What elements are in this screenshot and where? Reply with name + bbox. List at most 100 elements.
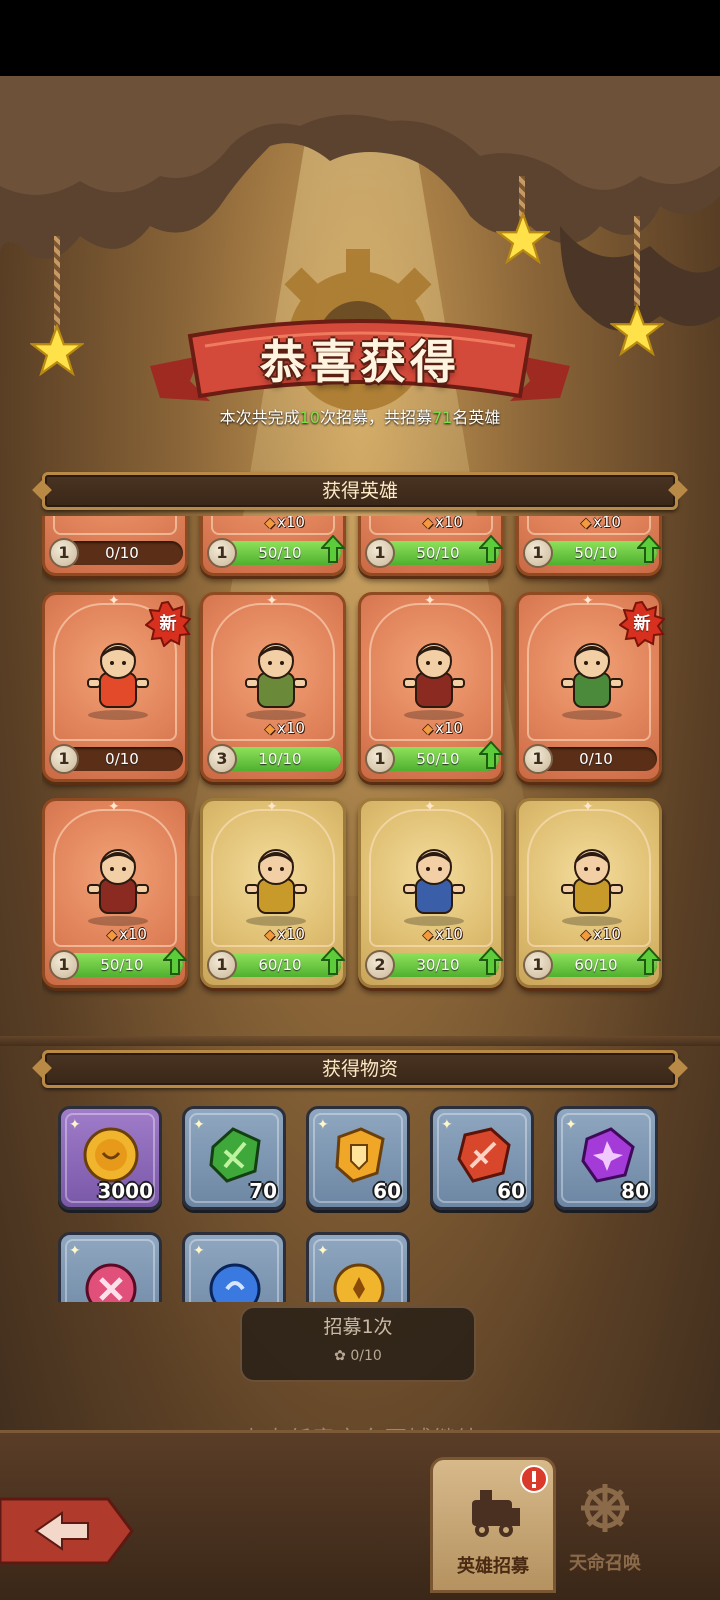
hero-shard-qty: ◆ x10	[423, 516, 463, 531]
progress-text: 50/10	[100, 956, 144, 974]
hero-progress-bar: 50/10 1	[523, 535, 661, 568]
hero-shard-qty: ◆ x10	[581, 516, 621, 531]
upgrade-arrow-icon	[321, 535, 345, 563]
item-list[interactable]: ✦ 3000 ✦ 70 ✦ 60 ✦ 60 ✦ 80 ✦ ✦ ✦	[42, 1106, 678, 1302]
hero-count: 71	[432, 408, 453, 427]
hero-level-badge: 1	[523, 950, 553, 980]
tab-hero-recruit[interactable]: 英雄招募	[430, 1457, 556, 1593]
item-count: 70	[249, 1179, 277, 1203]
bottom-nav: 英雄招募 天命召唤	[0, 1430, 720, 1600]
item-count: 80	[621, 1179, 649, 1203]
coin-icon	[83, 1127, 139, 1183]
cross-gem-icon	[85, 1263, 137, 1302]
back-button[interactable]	[0, 1495, 134, 1567]
hero-card[interactable]: ✦ ◆x10 50/10 1	[200, 516, 346, 576]
hero-level-badge: 1	[49, 538, 79, 568]
shard-icon: ◆	[265, 722, 275, 737]
recruit-summary: 本次共完成10次招募，共招募71名英雄	[219, 408, 501, 427]
hero-level-badge: 1	[365, 538, 395, 568]
hero-list[interactable]: ✦ 0/10 1 ✦ ◆x10 50/10 1	[42, 516, 678, 1036]
hero-portrait	[403, 643, 465, 720]
hero-portrait	[245, 849, 307, 926]
status-bar	[0, 0, 720, 76]
item-tile[interactable]: ✦ 3000	[58, 1106, 162, 1210]
hanging-rope-left	[54, 236, 60, 336]
hero-level-badge: 1	[365, 744, 395, 774]
sparkle-icon: ✦	[424, 593, 436, 609]
hero-progress-bar: 0/10 1	[523, 744, 657, 774]
hero-card[interactable]: ✦ ◆ x10 10/10 3	[200, 592, 346, 782]
progress-text: 0/10	[105, 544, 139, 562]
hero-portrait	[561, 849, 623, 926]
hero-level-badge: 2	[365, 950, 395, 980]
item-tile[interactable]: ✦	[306, 1232, 410, 1302]
gear-wheel-icon	[581, 1484, 629, 1532]
item-count: 60	[373, 1179, 401, 1203]
blue-gem-icon	[209, 1263, 261, 1302]
bow-gem-icon	[209, 1127, 261, 1183]
hero-card[interactable]: ✦ ◆x10 50/10 1	[516, 516, 662, 576]
hero-portrait	[245, 643, 307, 720]
shard-icon: ◆	[581, 928, 591, 943]
hero-level-badge: 1	[49, 950, 79, 980]
shard-icon: ◆	[265, 516, 275, 531]
upgrade-arrow-icon	[637, 947, 661, 975]
progress-text: 60/10	[258, 956, 302, 974]
item-tile[interactable]: ✦ 60	[430, 1106, 534, 1210]
hero-card[interactable]: ✦ ◆ x10 60/10 1	[516, 798, 662, 988]
progress-text: 10/10	[258, 750, 302, 768]
hero-card[interactable]: ✦ ◆x10 50/10 1	[358, 516, 504, 576]
hero-progress-bar: 60/10 1	[523, 947, 661, 980]
hero-progress-bar: 60/10 1	[207, 947, 345, 980]
item-tile[interactable]: ✦	[58, 1232, 162, 1302]
shuriken-gem-icon	[581, 1127, 635, 1183]
sword-gem-icon	[457, 1127, 511, 1183]
hero-progress-bar: 50/10 1	[365, 535, 503, 568]
hero-progress-bar: 10/10 3	[207, 744, 341, 774]
progress-text: 60/10	[574, 956, 618, 974]
tab-destiny-summon[interactable]: 天命召唤	[542, 1457, 668, 1593]
recruit-cost: ✿ 0/10	[334, 1348, 382, 1364]
hero-card[interactable]: ✦ 新 0/10 1	[516, 592, 666, 782]
tab-label: 英雄招募	[457, 1556, 529, 1577]
hero-level-badge: 1	[207, 950, 237, 980]
sparkle-icon: ✦	[108, 593, 120, 609]
hero-card[interactable]: ✦ 0/10 1	[42, 516, 188, 576]
sparkle-icon: ✦	[582, 593, 594, 609]
hero-card[interactable]: ✦ ◆x10 50/10 1	[358, 592, 504, 782]
item-tile[interactable]: ✦ 80	[554, 1106, 658, 1210]
hero-level-badge: 1	[207, 538, 237, 568]
shield-gem-icon	[335, 1127, 385, 1183]
upgrade-arrow-icon	[321, 947, 345, 975]
hero-shard-qty: ◆ x10	[423, 719, 463, 737]
hero-card[interactable]: ✦ 新 0/10 1	[42, 592, 192, 782]
new-badge: 新	[144, 600, 192, 648]
reward-screen[interactable]: 恭喜获得 本次共完成10次招募，共招募71名英雄 获得英雄 ✦ 0/10 1 ✦	[0, 76, 720, 1600]
hero-card[interactable]: ✦ ◆x10 50/10 1	[42, 798, 188, 988]
hero-card[interactable]: ✦ ◆ x10 30/10 2	[358, 798, 504, 988]
upgrade-arrow-icon	[479, 741, 503, 769]
item-tile[interactable]: ✦ 60	[306, 1106, 410, 1210]
progress-text: 0/10	[105, 750, 139, 768]
item-count: 60	[497, 1179, 525, 1203]
hero-card[interactable]: ✦ ◆ x10 60/10 1	[200, 798, 346, 988]
hero-shard-qty: ◆ x10	[265, 719, 305, 737]
hero-portrait	[403, 849, 465, 926]
ticket-icon: ✿	[334, 1348, 351, 1364]
recruit-once-button[interactable]: 招募1次 ✿ 0/10	[240, 1306, 476, 1382]
shard-icon: ◆	[107, 928, 117, 943]
hero-progress-bar: 0/10 1	[49, 538, 183, 568]
progress-text: 30/10	[416, 956, 460, 974]
shard-icon: ◆	[265, 928, 275, 943]
hero-level-badge: 1	[523, 538, 553, 568]
shard-icon: ◆	[581, 516, 591, 531]
hero-level-badge: 1	[49, 744, 79, 774]
hero-shard-qty: ◆ x10	[107, 925, 147, 943]
progress-text: 50/10	[416, 750, 460, 768]
item-tile[interactable]: ✦ 70	[182, 1106, 286, 1210]
progress-text: 50/10	[258, 544, 302, 562]
gold-token-icon	[333, 1263, 385, 1302]
item-tile[interactable]: ✦	[182, 1232, 286, 1302]
hero-level-badge: 1	[523, 744, 553, 774]
recruit-button-label: 招募1次	[323, 1316, 393, 1338]
